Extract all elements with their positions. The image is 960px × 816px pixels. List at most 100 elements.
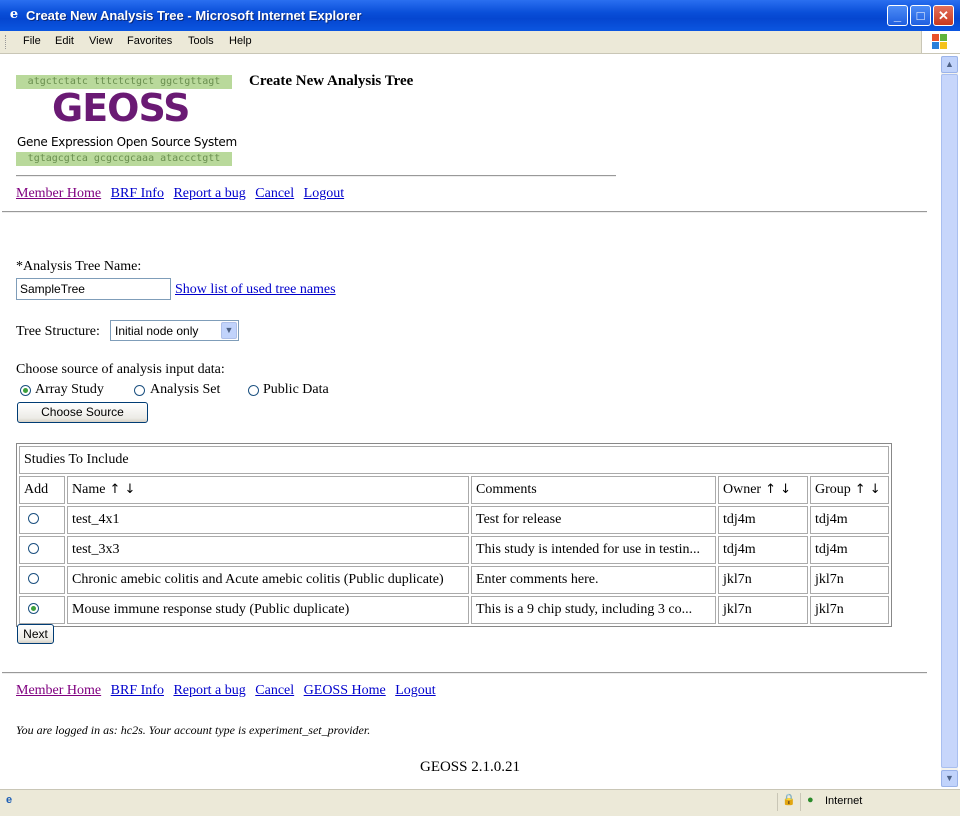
menu-tools[interactable]: Tools [188, 35, 214, 47]
footer-report-bug[interactable]: Report a bug [173, 683, 245, 698]
add-radio[interactable] [28, 513, 39, 524]
sort-arrows-icon[interactable]: ↑ ↓ [765, 482, 791, 497]
row-owner: jkl7n [718, 566, 808, 594]
row-add-cell [19, 536, 65, 564]
scroll-down-icon[interactable]: ▼ [941, 770, 958, 787]
table-row: test_3x3 This study is intended for use … [19, 536, 889, 564]
row-name: test_3x3 [67, 536, 469, 564]
menu-favorites[interactable]: Favorites [127, 35, 172, 47]
studies-table: Studies To Include Add Name ↑ ↓ Comments … [16, 443, 892, 627]
table-row: Chronic amebic colitis and Acute amebic … [19, 566, 889, 594]
window-titlebar: e Create New Analysis Tree - Microsoft I… [0, 0, 960, 31]
nav-logout[interactable]: Logout [304, 186, 344, 201]
sort-arrows-icon[interactable]: ↑ ↓ [109, 482, 135, 497]
tree-name-input[interactable] [16, 278, 171, 300]
chevron-down-icon[interactable]: ▼ [221, 322, 237, 339]
geoss-logo: GEOSS [52, 86, 190, 130]
source-label: Choose source of analysis input data: [16, 362, 225, 377]
sort-arrows-icon[interactable]: ↑ ↓ [855, 482, 881, 497]
page-title: Create New Analysis Tree [249, 73, 414, 89]
tree-structure-select[interactable]: Initial node only ▼ [110, 320, 239, 341]
footer-divider [2, 672, 927, 674]
col-owner: Owner ↑ ↓ [718, 476, 808, 504]
toolbar-grip [5, 35, 9, 49]
version-text: GEOSS 2.1.0.21 [419, 759, 520, 775]
row-owner: jkl7n [718, 596, 808, 624]
page-icon: e [6, 794, 13, 806]
nav-report-bug[interactable]: Report a bug [173, 186, 245, 201]
row-owner: tdj4m [718, 536, 808, 564]
zone-label: Internet [825, 795, 863, 807]
footer-member-home[interactable]: Member Home [16, 683, 101, 698]
col-add: Add [19, 476, 65, 504]
menu-edit[interactable]: Edit [55, 35, 74, 47]
row-add-cell [19, 506, 65, 534]
row-comments: Enter comments here. [471, 566, 716, 594]
header-divider [16, 175, 616, 177]
tree-name-label: *Analysis Tree Name: [16, 259, 142, 274]
row-name: Mouse immune response study (Public dupl… [67, 596, 469, 624]
menu-view[interactable]: View [89, 35, 113, 47]
menu-help[interactable]: Help [229, 35, 252, 47]
nav-member-home[interactable]: Member Home [16, 186, 101, 201]
add-radio[interactable] [28, 573, 39, 584]
window-title: Create New Analysis Tree - Microsoft Int… [26, 8, 362, 23]
lock-icon: 🔒 [782, 794, 796, 806]
logo-subtitle: Gene Expression Open Source System [17, 135, 237, 149]
windows-flag-icon [932, 34, 948, 50]
next-button[interactable]: Next [17, 624, 54, 644]
nav-cancel[interactable]: Cancel [255, 186, 294, 201]
vertical-scrollbar[interactable]: ▲ ▼ [941, 56, 958, 787]
menu-file[interactable]: File [23, 35, 41, 47]
bottom-nav: Member Home BRF Info Report a bug Cancel… [16, 683, 442, 699]
close-button[interactable]: ✕ [933, 5, 954, 26]
windows-logo [921, 31, 960, 53]
dna-sequence-bottom: tgtagcgtca gcgccgcaaa ataccctgtt [16, 152, 232, 166]
show-tree-names-link[interactable]: Show list of used tree names [175, 282, 336, 298]
col-name: Name ↑ ↓ [67, 476, 469, 504]
maximize-button[interactable]: □ [910, 5, 931, 26]
login-info: You are logged in as: hc2s. Your account… [16, 723, 371, 737]
row-owner: tdj4m [718, 506, 808, 534]
row-name: Chronic amebic colitis and Acute amebic … [67, 566, 469, 594]
source-radio-public-data[interactable] [248, 385, 259, 396]
footer-geoss-home[interactable]: GEOSS Home [304, 683, 386, 698]
row-group: tdj4m [810, 506, 889, 534]
lock-segment: 🔒 [777, 793, 798, 811]
footer-brf-info[interactable]: BRF Info [111, 683, 164, 698]
menu-bar: File Edit View Favorites Tools Help [0, 31, 960, 54]
row-comments: This study is intended for use in testin… [471, 536, 716, 564]
row-comments: Test for release [471, 506, 716, 534]
status-bar: e 🔒 ● Internet [0, 789, 960, 816]
source-radio-analysis-set[interactable] [134, 385, 145, 396]
col-comments: Comments [471, 476, 716, 504]
col-owner-label: Owner [723, 482, 762, 497]
scroll-thumb[interactable] [941, 74, 958, 768]
zone-segment: ● Internet [800, 793, 941, 811]
tree-structure-value: Initial node only [115, 324, 199, 338]
footer-logout[interactable]: Logout [395, 683, 435, 698]
add-radio[interactable] [28, 603, 39, 614]
row-group: jkl7n [810, 596, 889, 624]
col-group-label: Group [815, 482, 851, 497]
add-radio[interactable] [28, 543, 39, 554]
row-add-cell [19, 566, 65, 594]
source-label-public-data: Public Data [263, 382, 329, 397]
scroll-up-icon[interactable]: ▲ [941, 56, 958, 73]
footer-cancel[interactable]: Cancel [255, 683, 294, 698]
tree-structure-label: Tree Structure: [16, 324, 100, 339]
choose-source-button[interactable]: Choose Source [17, 402, 148, 423]
minimize-button[interactable]: _ [887, 5, 908, 26]
table-header-row: Add Name ↑ ↓ Comments Owner ↑ ↓ Group ↑ ↓ [19, 476, 889, 504]
globe-icon: ● [807, 794, 814, 806]
row-group: tdj4m [810, 536, 889, 564]
source-label-array-study: Array Study [35, 382, 104, 397]
table-row: Mouse immune response study (Public dupl… [19, 596, 889, 624]
page-content: atgctctatc tttctctgct ggctgttagt GEOSS G… [2, 56, 938, 787]
source-radio-array-study[interactable] [20, 385, 31, 396]
row-add-cell [19, 596, 65, 624]
row-comments: This is a 9 chip study, including 3 co..… [471, 596, 716, 624]
nav-brf-info[interactable]: BRF Info [111, 186, 164, 201]
row-name: test_4x1 [67, 506, 469, 534]
source-label-analysis-set: Analysis Set [150, 382, 221, 397]
